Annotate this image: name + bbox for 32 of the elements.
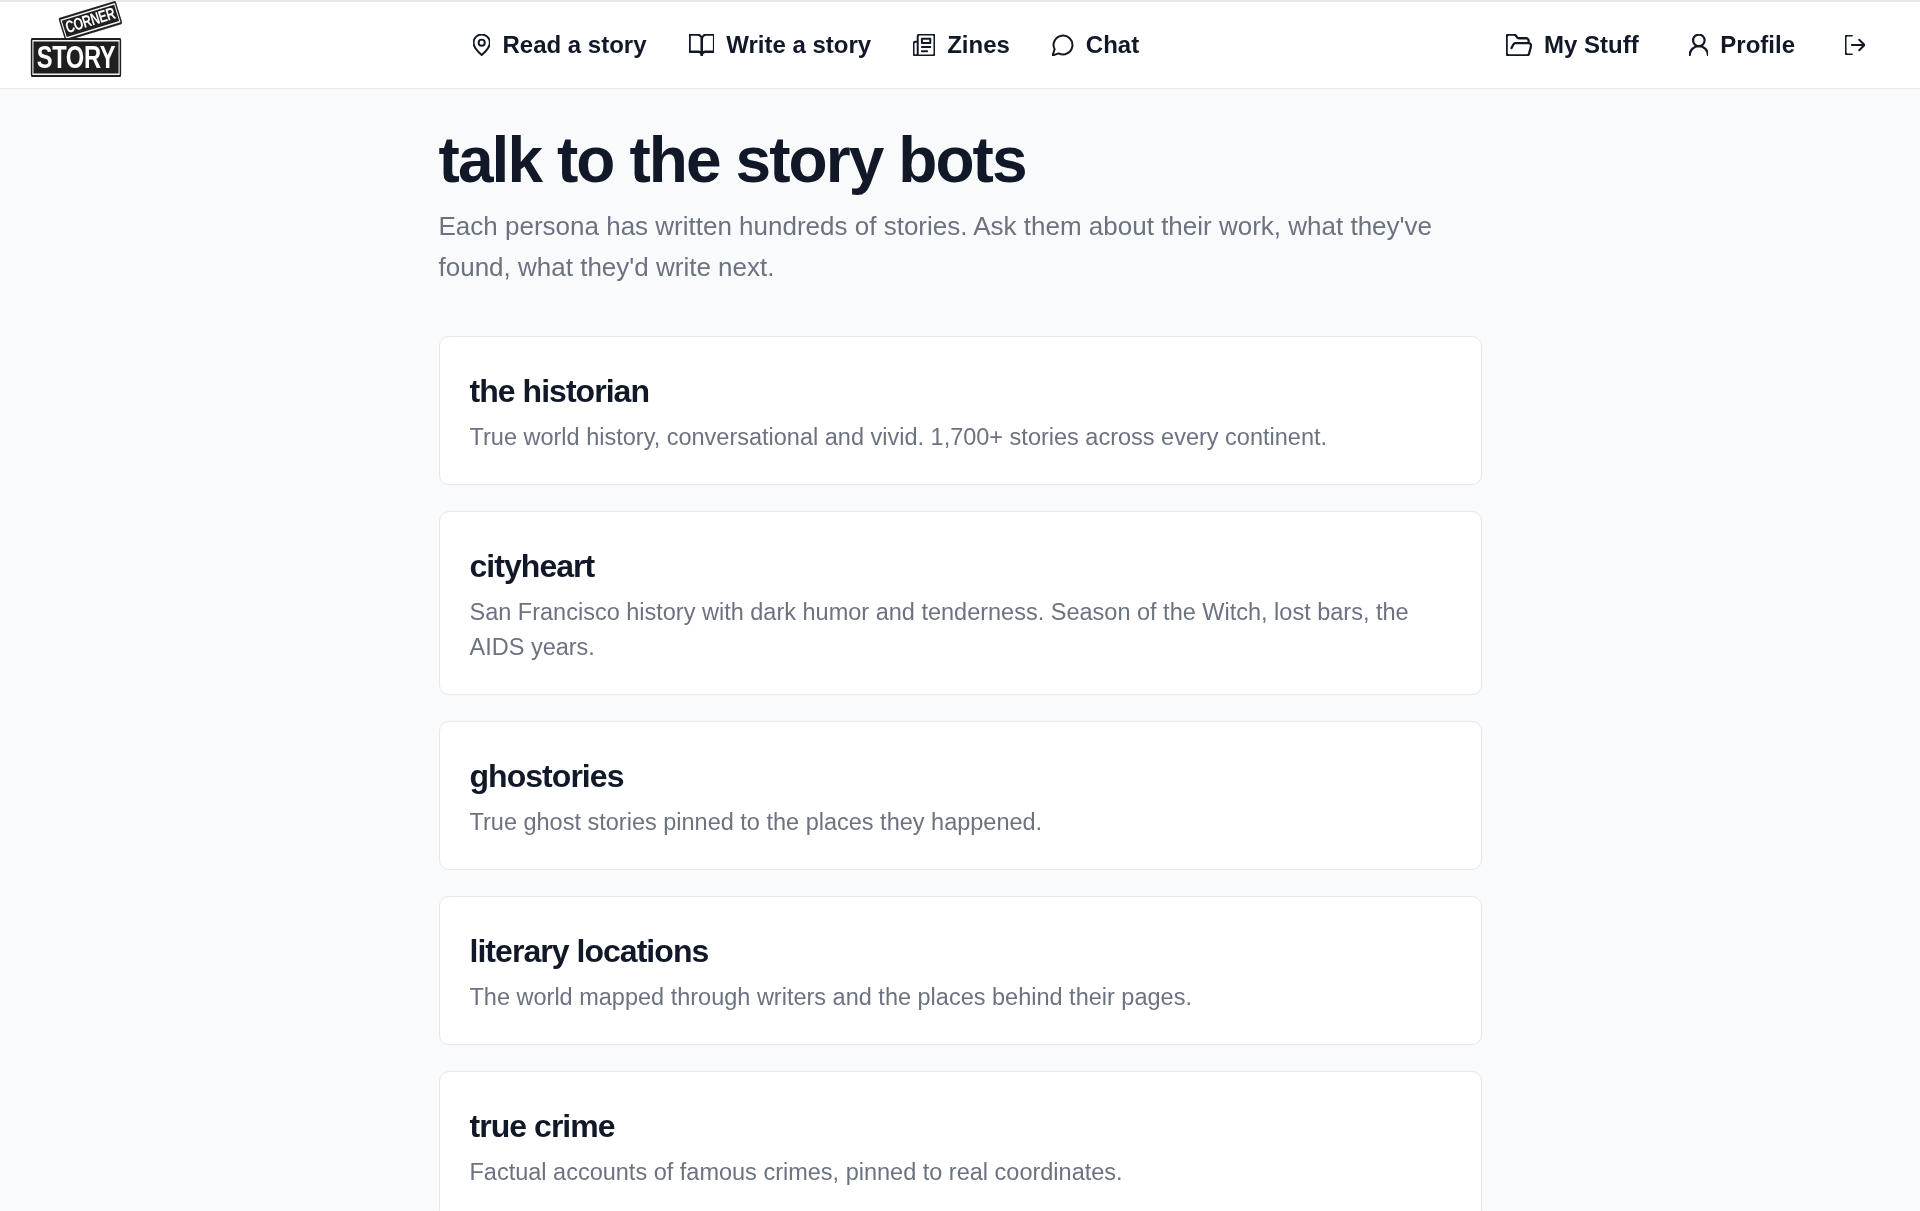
persona-card[interactable]: cityheart San Francisco history with dark humor and tenderness. Season of the Witch, lost bars, the AIDS years. (438, 511, 1482, 695)
logout-icon (1845, 35, 1865, 55)
persona-card[interactable]: literary locations The world mapped through writers and the places behind their pages. (438, 896, 1482, 1045)
map-pin-icon (473, 34, 491, 56)
nav-link[interactable]: Write a story (688, 26, 872, 64)
street-sign: STORY (30, 38, 122, 77)
persona-card[interactable]: ghostories True ghost stories pinned to the places they happened. (438, 721, 1482, 870)
page-intro: Each persona has written hundreds of stories. Ask them about their work, what they've found, what they'd write next. (438, 210, 1433, 284)
logout-button[interactable] (1845, 35, 1865, 55)
speech-bubble-icon (1051, 34, 1074, 56)
persona-name: literary locations (469, 932, 710, 971)
nav-link[interactable]: Profile (1688, 26, 1795, 64)
persona-name: true crime (469, 1107, 616, 1146)
persona-card[interactable]: the historian True world history, conversational and vivid. 1,700+ stories across every continent. (438, 336, 1482, 485)
persona-description: San Francisco history with dark humor and tenderness. Season of the Witch, lost bars, the AIDS years. (469, 598, 1410, 662)
person-icon (1688, 34, 1709, 56)
nav-link[interactable]: Read a story (473, 26, 647, 64)
open-book-icon (688, 34, 715, 56)
persona-name: cityheart (469, 547, 596, 586)
newspaper-icon (913, 34, 936, 56)
folder-icon (1506, 34, 1532, 56)
page-title: talk to the story bots (438, 123, 1027, 198)
persona-description: Factual accounts of famous crimes, pinned to real coordinates. (469, 1158, 1124, 1187)
persona-name: the historian (469, 372, 651, 411)
persona-card[interactable]: true crime Factual accounts of famous crimes, pinned to real coordinates. (438, 1071, 1482, 1211)
persona-name: ghostories (469, 757, 625, 796)
persona-description: The world mapped through writers and the places behind their pages. (469, 983, 1193, 1012)
nav-link[interactable]: My Stuff (1506, 26, 1639, 64)
nav-link[interactable]: Chat (1051, 26, 1140, 64)
persona-description: True ghost stories pinned to the places they happened. (469, 808, 1044, 837)
nav-link[interactable]: Zines (913, 26, 1010, 64)
persona-description: True world history, conversational and vivid. 1,700+ stories across every continent. (469, 423, 1328, 452)
